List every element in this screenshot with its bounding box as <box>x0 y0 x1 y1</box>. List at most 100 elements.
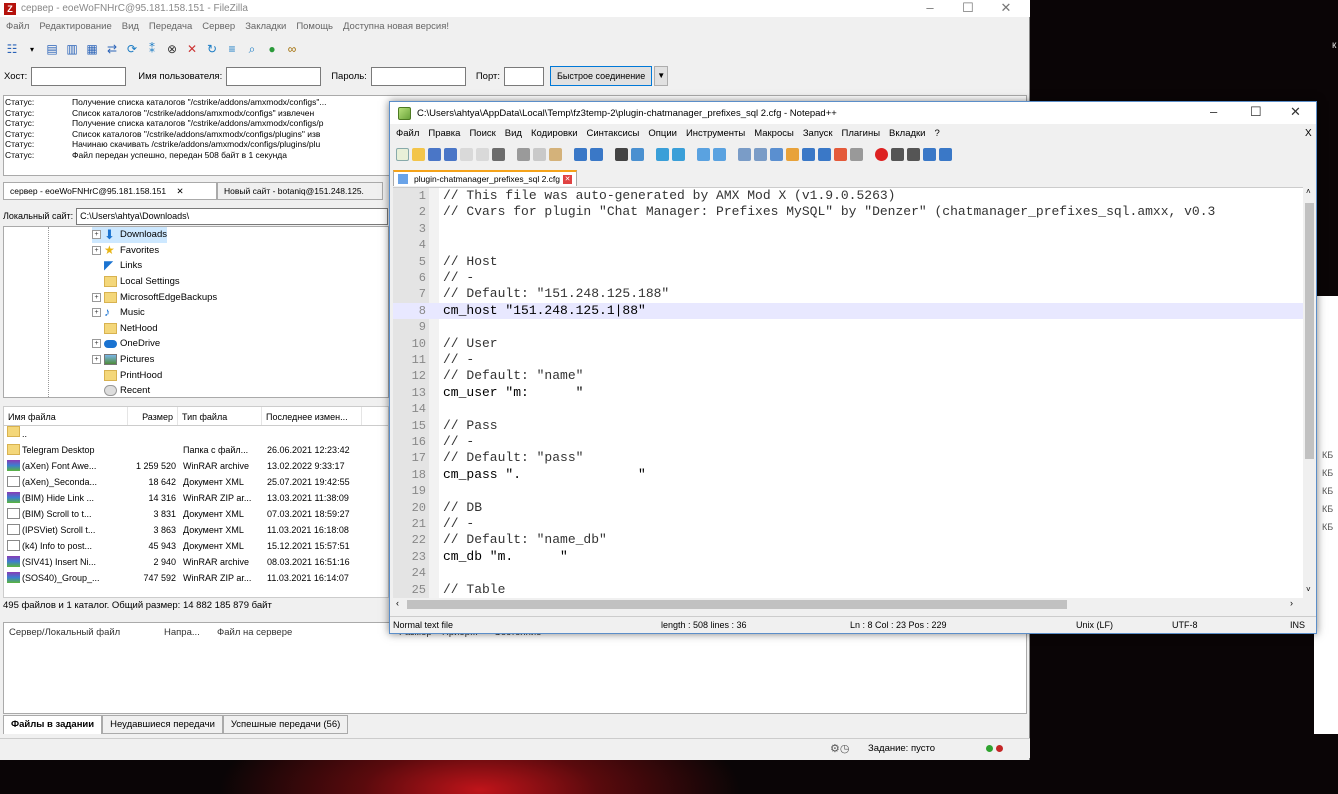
tree-item-favorites[interactable]: + ★ Favorites <box>92 243 159 259</box>
code-line[interactable]: 20 // DB <box>393 500 1303 516</box>
menu-run[interactable]: Запуск <box>803 128 833 139</box>
port-input[interactable] <box>504 66 545 86</box>
dropdown-arrow-icon[interactable]: ▾ <box>24 41 40 57</box>
find-icon[interactable] <box>615 147 628 161</box>
encoding-status[interactable]: UTF-8 <box>1172 617 1198 634</box>
new-file-icon[interactable] <box>396 147 409 161</box>
host-input[interactable] <box>31 66 127 86</box>
close-document-button[interactable]: X <box>1305 128 1312 139</box>
code-line[interactable]: 10 // User <box>393 336 1303 352</box>
menu-tools[interactable]: Инструменты <box>686 128 745 139</box>
minimize-button[interactable]: – <box>912 0 948 17</box>
code-line[interactable]: 25 // Table <box>393 582 1303 598</box>
table-row[interactable]: (k4) Info to post... 45 943 Документ XML 15… <box>4 538 388 554</box>
replace-icon[interactable] <box>631 147 644 161</box>
process-queue-icon[interactable]: ⁑ <box>144 41 160 57</box>
table-row[interactable]: (SOS40)_Group_... 747 592 WinRAR ZIP ar...… <box>4 570 388 586</box>
tree-item-links[interactable]: ◤ Links <box>104 258 142 274</box>
menu-help[interactable]: Помощь <box>296 21 333 37</box>
sync-horizontal-icon[interactable] <box>713 147 726 161</box>
menu-language[interactable]: Синтаксисы <box>587 128 640 139</box>
toggle-remote-tree-icon[interactable]: ▦ <box>84 41 100 57</box>
table-row[interactable]: Telegram Desktop Папка с файл... 26.06.202… <box>4 442 388 458</box>
tree-item-edge-backups[interactable]: + MicrosoftEdgeBackups <box>92 289 217 305</box>
toggle-tree-icon[interactable]: ▥ <box>64 41 80 57</box>
tab-new-site[interactable]: Новый сайт - botaniq@151.248.125. <box>217 182 383 200</box>
menu-help[interactable]: ? <box>934 128 939 139</box>
code-line[interactable]: 24 <box>393 565 1303 581</box>
table-row[interactable]: (aXen) Font Awe... 1 259 520 WinRAR archiv… <box>4 458 388 474</box>
site-manager-icon[interactable]: ☷ <box>4 41 20 57</box>
undo-icon[interactable] <box>574 147 587 161</box>
close-button[interactable]: ✕ <box>1290 104 1301 120</box>
col-filename[interactable]: Имя файла <box>4 407 128 425</box>
binoculars-icon[interactable]: ∞ <box>284 41 300 57</box>
filter-icon[interactable]: ≡ <box>224 41 240 57</box>
expand-icon[interactable]: + <box>92 245 101 255</box>
save-macro-icon[interactable] <box>939 147 952 161</box>
quickconnect-history-dropdown[interactable]: ▼ <box>654 66 669 86</box>
quickconnect-button[interactable]: Быстрое соединение <box>550 66 653 86</box>
code-line[interactable]: 19 <box>393 483 1303 499</box>
code-line[interactable]: 9 <box>393 319 1303 335</box>
code-line[interactable]: 21 // - <box>393 516 1303 532</box>
eol-status[interactable]: Unix (LF) <box>1076 617 1113 634</box>
menu-macro[interactable]: Макросы <box>754 128 794 139</box>
word-wrap-icon[interactable] <box>738 147 751 161</box>
queue-col-remote[interactable]: Файл на сервере <box>217 627 292 638</box>
col-type[interactable]: Тип файла <box>178 407 262 425</box>
menu-view[interactable]: Вид <box>505 128 522 139</box>
close-tab-icon[interactable]: ✕ <box>563 174 573 184</box>
editor-area[interactable]: 1 // This file was auto-generated by AMX … <box>393 187 1303 598</box>
tab-queued-files[interactable]: Файлы в задании <box>3 715 103 734</box>
disconnect-icon[interactable]: ✕ <box>184 41 200 57</box>
expand-icon[interactable]: + <box>92 230 101 240</box>
folder-workspace-icon[interactable] <box>834 147 847 161</box>
scroll-left-icon[interactable]: ‹ <box>396 598 399 608</box>
code-line[interactable]: 6 // - <box>393 270 1303 286</box>
menu-window[interactable]: Вкладки <box>889 128 925 139</box>
tab-failed-transfers[interactable]: Неудавшиеся передачи <box>102 715 223 734</box>
tree-item-recent[interactable]: Recent <box>104 383 150 397</box>
table-row[interactable]: (IPSViet) Scroll t... 3 863 Документ XML 11… <box>4 522 388 538</box>
tree-item-local-settings[interactable]: Local Settings <box>104 274 180 290</box>
close-all-icon[interactable] <box>476 147 489 161</box>
table-row[interactable]: (BIM) Hide Link ... 14 316 WinRAR ZIP ar..… <box>4 490 388 506</box>
search-icon[interactable]: ⌕ <box>244 41 260 57</box>
paste-icon[interactable] <box>549 147 562 161</box>
close-tab-icon[interactable]: ✕ <box>176 186 183 196</box>
doc-map-icon[interactable] <box>802 147 815 161</box>
code-line[interactable]: 15 // Pass <box>393 418 1303 434</box>
sync-vertical-icon[interactable] <box>697 147 710 161</box>
menu-edit[interactable]: Редактирование <box>39 21 111 37</box>
scroll-down-icon[interactable]: ˅ <box>1306 585 1311 594</box>
menu-settings[interactable]: Опции <box>648 128 677 139</box>
toggle-queue-icon[interactable]: ⇄ <box>104 41 120 57</box>
scrollbar-thumb[interactable] <box>407 600 1067 609</box>
open-file-icon[interactable] <box>412 147 425 161</box>
menu-encoding[interactable]: Кодировки <box>531 128 578 139</box>
code-line[interactable]: 13 cm_user "m: " <box>393 385 1303 401</box>
code-line[interactable]: 17 // Default: "pass" <box>393 450 1303 466</box>
code-line[interactable]: 23 cm_db "m. " <box>393 549 1303 565</box>
table-row[interactable]: (BIM) Scroll to t... 3 831 Документ XML 07.… <box>4 506 388 522</box>
code-line[interactable]: 22 // Default: "name_db" <box>393 532 1303 548</box>
col-size[interactable]: Размер <box>128 407 178 425</box>
queue-col-file[interactable]: Сервер/Локальный файл <box>9 627 120 638</box>
indent-guide-icon[interactable] <box>770 147 783 161</box>
zoom-out-icon[interactable] <box>672 147 685 161</box>
username-input[interactable] <box>226 66 322 86</box>
show-all-chars-icon[interactable] <box>754 147 767 161</box>
code-line[interactable]: 16 // - <box>393 434 1303 450</box>
scrollbar-thumb[interactable] <box>1305 203 1314 459</box>
code-line[interactable]: 7 // Default: "151.248.125.188" <box>393 286 1303 302</box>
menu-edit[interactable]: Правка <box>428 128 460 139</box>
scroll-up-icon[interactable]: ˄ <box>1306 187 1311 196</box>
stop-macro-icon[interactable] <box>891 147 904 161</box>
code-line[interactable]: 18 cm_pass ". " <box>393 467 1303 483</box>
speed-limit-icon[interactable]: ⚙◷ <box>830 742 849 755</box>
code-line[interactable]: 5 // Host <box>393 254 1303 270</box>
copy-icon[interactable] <box>533 147 546 161</box>
password-input[interactable] <box>370 66 466 86</box>
table-row[interactable]: (SIV41) Insert Ni... 2 940 WinRAR archive 0… <box>4 554 388 570</box>
